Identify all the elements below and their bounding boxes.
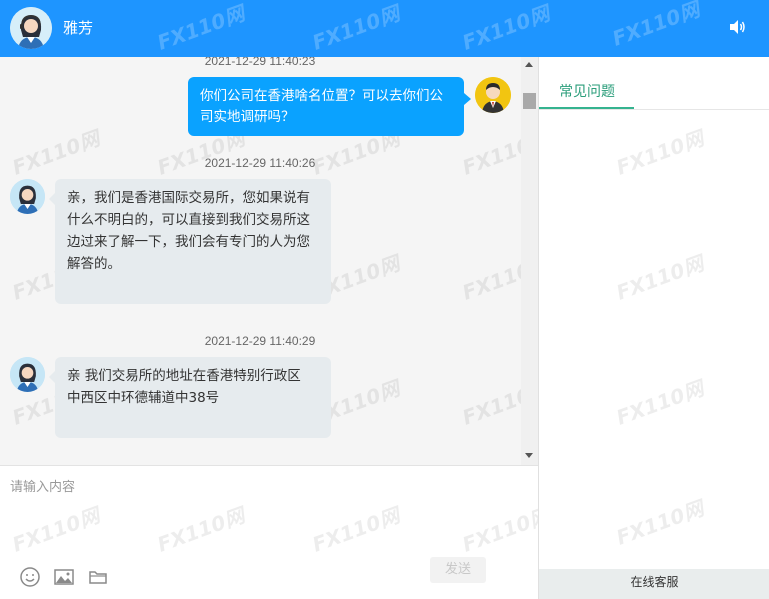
send-button[interactable]: 发送 [430,557,486,583]
watermark: FX110网 [613,251,707,305]
scroll-up-arrow-icon[interactable] [525,62,533,67]
online-service-button[interactable]: 在线客服 [539,569,769,599]
message-scrollbar[interactable] [521,57,538,465]
watermark: FX110网 [613,496,707,550]
watermark: FX110网 [309,1,403,55]
user-avatar [475,77,511,113]
message-text-line: 边过来了解一下，我们会有专门的人为您 [67,234,310,250]
watermark: FX110网 [459,1,553,55]
message-text-line: 亲 我们交易所的地址在香港特别行政区 [67,368,301,384]
user-message-bubble[interactable]: 你们公司在香港啥名位置？可以去你们公 司实地调研吗？ [188,77,471,136]
watermark: FX110网 [9,503,103,557]
message-timestamp: 2021-12-29 11:40:29 [204,334,316,348]
message-text-line: 司实地调研吗？ [200,109,295,125]
message-timestamp: 2021-12-29 11:40:26 [204,156,316,170]
agent-avatar [10,7,52,49]
image-icon[interactable] [53,566,75,588]
watermark: FX110网 [309,503,403,557]
scroll-thumb[interactable] [523,93,536,109]
chat-app: FX110网 FX110网 FX110网 FX110网 雅芳 FX110网 FX… [0,0,769,599]
watermark: FX110网 [154,503,248,557]
agent-name: 雅芳 [63,19,94,37]
scroll-down-arrow-icon[interactable] [525,453,533,458]
message-text-line: 中西区中环德辅道中38号 [67,390,220,406]
folder-icon[interactable] [87,566,109,588]
chat-header: FX110网 FX110网 FX110网 FX110网 雅芳 [0,0,769,57]
watermark: FX110网 [613,126,707,180]
message-text-line: 什么不明白的，可以直接到我们交易所这 [67,212,310,228]
speaker-icon[interactable] [726,16,748,38]
agent-message-bubble[interactable]: 亲 我们交易所的地址在香港特别行政区 中西区中环德辅道中38号 [49,357,331,438]
watermark: FX110网 [9,126,103,180]
agent-avatar [10,357,45,392]
message-timestamp: 2021-12-29 11:40:23 [204,57,316,68]
agent-message-bubble[interactable]: 亲，我们是香港国际交易所，您如果说有 什么不明白的，可以直接到我们交易所这 边过… [49,179,331,304]
tab-divider [539,109,769,110]
agent-avatar [10,179,45,214]
side-panel: FX110网 FX110网 FX110网 FX110网 常见问题 在线客服 [538,57,769,599]
message-input[interactable]: 请输入内容 [10,476,75,495]
watermark: FX110网 [609,0,703,51]
message-list[interactable]: FX110网 FX110网 FX110网 FX110网 FX 110网 FX110… [0,57,538,465]
emoji-icon[interactable] [19,566,41,588]
watermark: FX110网 [613,376,707,430]
tab-faq-label: 常见问题 [559,84,615,100]
message-text-line: 亲，我们是香港国际交易所，您如果说有 [67,190,310,206]
tab-faq[interactable]: 常见问题 [539,57,634,109]
message-text-line: 解答的。 [67,256,121,272]
message-input-area[interactable]: FX110网 FX110网 FX110网 FX110网 请输入内容 发送 [0,465,553,599]
watermark: FX110网 [154,1,248,55]
message-text-line: 你们公司在香港啥名位置？可以去你们公 [200,88,443,104]
